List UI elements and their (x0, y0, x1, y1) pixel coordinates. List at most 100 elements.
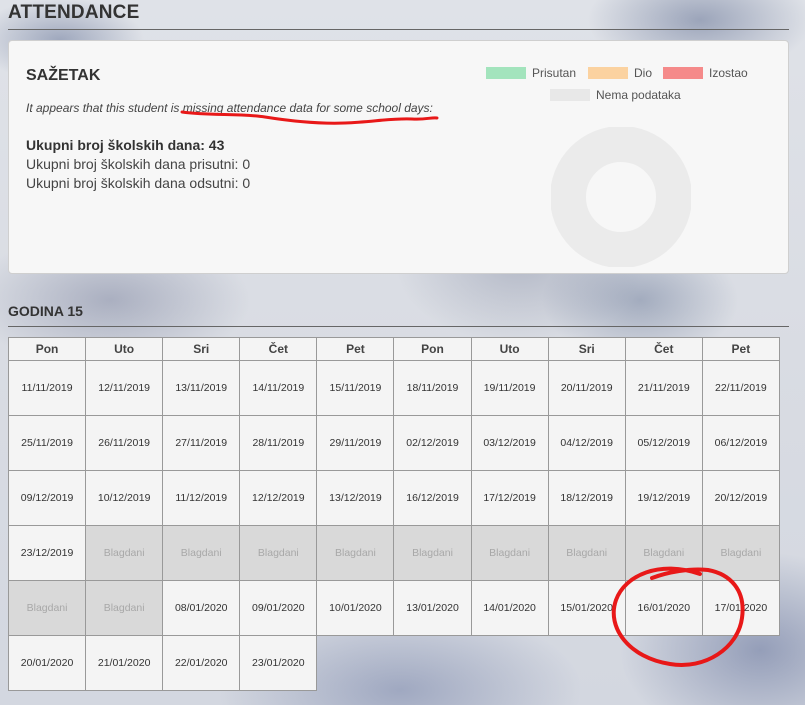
calendar-day-cell[interactable]: 19/12/2019 (624, 470, 703, 526)
summary-panel: SAŽETAK It appears that this student is … (8, 40, 789, 274)
calendar-day-cell[interactable]: 06/12/2019 (701, 415, 780, 471)
calendar-holiday-cell: Blagdani (624, 525, 703, 581)
calendar-day-cell[interactable]: 17/12/2019 (470, 470, 549, 526)
calendar-holiday-cell: Blagdani (239, 525, 318, 581)
calendar-day-cell[interactable]: 09/01/2020 (239, 580, 318, 636)
calendar-day-cell[interactable]: 16/12/2019 (393, 470, 472, 526)
calendar-day-cell[interactable]: 19/11/2019 (470, 360, 549, 416)
calendar-holiday-cell: Blagdani (393, 525, 472, 581)
calendar-day-cell[interactable]: 14/11/2019 (239, 360, 318, 416)
calendar-day-cell[interactable]: 15/11/2019 (316, 360, 395, 416)
calendar-row: 11/11/2019 12/11/2019 13/11/2019 14/11/2019… (8, 360, 789, 416)
calendar-day-cell[interactable]: 23/01/2020 (239, 635, 318, 691)
legend-label-partial: Dio (634, 66, 653, 80)
calendar-day-cell[interactable]: 13/11/2019 (162, 360, 241, 416)
donut-segment-no-data[interactable] (551, 127, 691, 267)
calendar-day-cell[interactable]: 12/11/2019 (85, 360, 164, 416)
weekday-header: Pon (393, 337, 472, 361)
calendar-day-cell[interactable]: 10/12/2019 (85, 470, 164, 526)
calendar-day-cell[interactable]: 14/01/2020 (470, 580, 549, 636)
calendar-empty-cell (702, 635, 780, 691)
calendar-day-cell[interactable]: 18/12/2019 (547, 470, 626, 526)
legend-item-partial[interactable]: Dio (588, 66, 652, 80)
legend-label-absent: Izostao (709, 66, 748, 80)
legend-item-present[interactable]: Prisutan (486, 66, 576, 80)
calendar-day-cell[interactable]: 08/01/2020 (162, 580, 241, 636)
missing-data-note: It appears that this student is missing … (26, 101, 433, 115)
attendance-calendar: Pon Uto Sri Čet Pet Pon Uto Sri Čet Pet 11/11/201… (8, 337, 789, 691)
calendar-day-cell[interactable]: 15/01/2020 (547, 580, 626, 636)
calendar-holiday-cell: Blagdani (316, 525, 395, 581)
total-school-days: Ukupni broj školskih dana: 43 (26, 137, 225, 153)
weekday-header-row: Pon Uto Sri Čet Pet Pon Uto Sri Čet Pet (8, 337, 789, 361)
calendar-empty-cell (393, 635, 471, 691)
calendar-day-cell[interactable]: 21/11/2019 (624, 360, 703, 416)
calendar-empty-cell (316, 635, 394, 691)
calendar-day-cell[interactable]: 17/01/2020 (701, 580, 780, 636)
weekday-header: Čet (239, 337, 318, 361)
weekday-header: Pet (316, 337, 395, 361)
legend-item-absent[interactable]: Izostao (663, 66, 748, 80)
calendar-day-cell[interactable]: 10/01/2020 (316, 580, 395, 636)
weekday-header: Uto (85, 337, 164, 361)
calendar-day-cell[interactable]: 12/12/2019 (239, 470, 318, 526)
calendar-row: 09/12/2019 10/12/2019 11/12/2019 12/12/2019… (8, 470, 789, 526)
weekday-header: Pon (8, 337, 87, 361)
weekday-header: Sri (162, 337, 241, 361)
year-divider (8, 326, 789, 327)
calendar-day-cell[interactable]: 02/12/2019 (393, 415, 472, 471)
weekday-header: Uto (470, 337, 549, 361)
calendar-holiday-cell: Blagdani (701, 525, 780, 581)
calendar-day-cell[interactable]: 29/11/2019 (316, 415, 395, 471)
calendar-day-cell[interactable]: 22/11/2019 (701, 360, 780, 416)
page-title: ATTENDANCE (8, 2, 140, 23)
calendar-day-cell[interactable]: 20/11/2019 (547, 360, 626, 416)
calendar-empty-cell (471, 635, 549, 691)
title-divider (8, 29, 789, 30)
legend-item-no-data[interactable]: Nema podataka (550, 88, 681, 102)
calendar-row: 20/01/2020 21/01/2020 22/01/2020 23/01/2020 (8, 635, 789, 691)
calendar-day-cell[interactable]: 25/11/2019 (8, 415, 87, 471)
calendar-row: 23/12/2019 Blagdani Blagdani Blagdani Blagda… (8, 525, 789, 581)
calendar-day-cell[interactable]: 20/01/2020 (8, 635, 87, 691)
weekday-header: Čet (624, 337, 703, 361)
absent-days: Ukupni broj školskih dana odsutni: 0 (26, 175, 251, 191)
legend-label-present: Prisutan (532, 66, 577, 80)
calendar-empty-cell (548, 635, 626, 691)
calendar-holiday-cell: Blagdani (470, 525, 549, 581)
calendar-day-cell[interactable]: 04/12/2019 (547, 415, 626, 471)
weekday-header: Pet (701, 337, 780, 361)
calendar-day-cell[interactable]: 11/12/2019 (162, 470, 241, 526)
summary-title: SAŽETAK (26, 67, 101, 84)
calendar-row: 25/11/2019 26/11/2019 27/11/2019 28/11/2019… (8, 415, 789, 471)
legend-label-no-data: Nema podataka (596, 88, 681, 102)
legend-swatch-present (486, 67, 526, 79)
calendar-empty-cell (625, 635, 703, 691)
calendar-day-cell[interactable]: 22/01/2020 (162, 635, 241, 691)
weekday-header: Sri (547, 337, 626, 361)
calendar-row: Blagdani Blagdani 08/01/2020 09/01/2020 10/0… (8, 580, 789, 636)
calendar-day-cell[interactable]: 20/12/2019 (701, 470, 780, 526)
calendar-day-cell[interactable]: 27/11/2019 (162, 415, 241, 471)
calendar-day-cell[interactable]: 13/01/2020 (393, 580, 472, 636)
attendance-donut-chart (551, 127, 691, 267)
calendar-day-cell[interactable]: 05/12/2019 (624, 415, 703, 471)
calendar-holiday-cell: Blagdani (547, 525, 626, 581)
calendar-day-cell[interactable]: 26/11/2019 (85, 415, 164, 471)
legend-swatch-no-data (550, 89, 590, 101)
legend-swatch-partial (588, 67, 628, 79)
attendance-stats: Ukupni broj školskih dana: 43 Ukupni bro… (26, 136, 250, 193)
calendar-day-cell[interactable]: 23/12/2019 (8, 525, 87, 581)
calendar-day-cell[interactable]: 18/11/2019 (393, 360, 472, 416)
year-title: GODINA 15 (8, 303, 83, 319)
calendar-day-cell[interactable]: 13/12/2019 (316, 470, 395, 526)
calendar-day-cell[interactable]: 16/01/2020 (624, 580, 703, 636)
calendar-day-cell[interactable]: 28/11/2019 (239, 415, 318, 471)
calendar-day-cell[interactable]: 21/01/2020 (85, 635, 164, 691)
calendar-day-cell[interactable]: 03/12/2019 (470, 415, 549, 471)
calendar-holiday-cell: Blagdani (162, 525, 241, 581)
calendar-holiday-cell: Blagdani (85, 580, 164, 636)
calendar-day-cell[interactable]: 09/12/2019 (8, 470, 87, 526)
calendar-day-cell[interactable]: 11/11/2019 (8, 360, 87, 416)
present-days: Ukupni broj školskih dana prisutni: 0 (26, 156, 251, 172)
